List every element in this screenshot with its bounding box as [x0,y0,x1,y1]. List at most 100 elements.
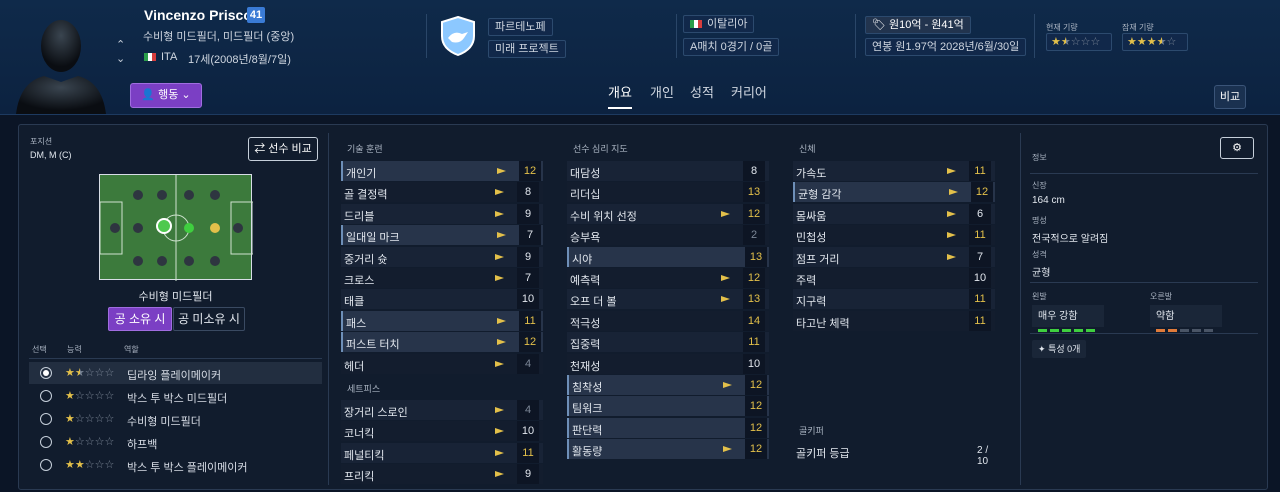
club-status: 미래 프로젝트 [488,40,566,58]
attribute-row[interactable]: 일대일 마크 7 [341,225,543,246]
position-dot-amc [210,223,220,233]
club-crest-icon[interactable] [440,16,476,56]
attribute-row[interactable]: 중거리 슛 9 [341,246,543,267]
role-stars: ★☆☆☆☆ [65,413,115,425]
attribute-row[interactable]: 수비 위치 선정 12 [567,203,769,224]
attribute-row[interactable]: 크로스 7 [341,268,543,288]
action-button[interactable]: 👤 행동 ⌄ [130,83,202,108]
attribute-value: 9 [517,203,539,224]
traits-button[interactable]: ✦ 특성 0개 [1032,340,1087,358]
tab-stats[interactable]: 성적 [690,82,714,101]
attribute-row[interactable]: 몸싸움 6 [793,203,995,224]
attribute-row[interactable]: 침착성 12 [567,375,769,395]
attribute-row[interactable]: 점프 거리 7 [793,246,995,267]
attribute-value: 14 [743,310,765,331]
attribute-row[interactable]: 균형 감각 12 [793,182,995,203]
divider [1034,14,1035,58]
attribute-value: 13 [743,182,765,203]
position-dot [210,256,220,266]
attribute-value: 2 [743,225,765,246]
attribute-row[interactable]: 대담성 8 [567,161,769,181]
personality-value: 균형 [1032,268,1051,279]
training-arrow-icon [495,189,504,196]
attribute-row[interactable]: 개인기 12 [341,161,543,181]
position-dot-mc [184,223,194,233]
training-arrow-icon [947,253,956,260]
value-range: 🏷 원10억 - 원41억 [865,16,971,34]
nation-name[interactable]: 이탈리아 [683,15,755,33]
attribute-value: 11 [969,310,991,331]
attribute-name: 일대일 마크 [346,232,400,245]
attribute-name: 골 결정력 [344,189,388,202]
chevron-down-icon[interactable]: ⌄ [116,52,125,66]
attribute-value: 11 [743,332,765,353]
attribute-row[interactable]: 활동량 12 [567,439,769,460]
player-nav-arrows[interactable]: ⌃ ⌄ [116,38,125,66]
role-radio[interactable] [40,367,52,379]
attribute-row[interactable]: 주력 10 [793,268,995,288]
attribute-value: 12 [745,439,767,460]
role-radio[interactable] [40,459,52,471]
chevron-up-icon[interactable]: ⌃ [116,38,125,52]
training-arrow-icon [495,253,504,260]
club-name[interactable]: 파르테노페 [488,18,553,36]
role-row[interactable]: ★★☆☆☆ 박스 투 박스 플레이메이커 [29,454,322,476]
attribute-value: 11 [517,442,539,463]
attribute-row[interactable]: 팀워크 12 [567,396,769,417]
foot-level-segment [1038,329,1047,332]
attribute-row[interactable]: 장거리 스로인 4 [341,400,543,420]
technical-column: 기술 훈련 세트피스 개인기 12 골 결정력 8 드리블 9 일대일 마크 7 중거리 슛9크… [341,125,543,491]
attribute-row[interactable]: 적극성 14 [567,310,769,331]
attribute-row[interactable]: 민첩성 11 [793,225,995,246]
attribute-row[interactable]: 드리블 9 [341,203,543,224]
role-radio[interactable] [40,413,52,425]
role-row[interactable]: ★☆☆☆☆ 하프백 [29,431,322,453]
settings-button[interactable]: ⚙ [1220,137,1254,159]
tab-overview[interactable]: 개요 [608,82,632,109]
role-radio[interactable] [40,436,52,448]
attribute-row[interactable]: 승부욕 2 [567,225,769,246]
info-section: 정보 [1032,152,1047,163]
role-row[interactable]: ★☆☆☆☆ 수비형 미드필더 [29,408,322,430]
attribute-row[interactable]: 판단력 12 [567,417,769,438]
attribute-row[interactable]: 태클 10 [341,289,543,310]
role-name: 딥라잉 플레이메이커 [127,370,222,382]
divider [1020,133,1021,485]
role-row[interactable]: ★☆☆☆☆ 박스 투 박스 미드필더 [29,385,322,407]
tab-personal[interactable]: 개인 [650,82,674,101]
attribute-row[interactable]: 퍼스트 터치 12 [341,332,543,353]
tab-career[interactable]: 커리어 [731,82,767,101]
attribute-row[interactable]: 오프 더 볼 13 [567,289,769,310]
attribute-row[interactable]: 골 결정력 8 [341,182,543,203]
attribute-name: 균형 감각 [798,189,842,202]
right-foot-info: 오른발 약함 [1150,291,1222,332]
attribute-row[interactable]: 코너킥 10 [341,421,543,442]
attribute-row[interactable]: 시야 13 [567,246,769,267]
attribute-row[interactable]: 타고난 체력 11 [793,310,995,331]
left-foot-info: 왼발 매우 강함 [1032,291,1104,332]
attribute-name: 침착성 [572,382,603,394]
role-radio[interactable] [40,390,52,402]
attribute-name: 헤더 [344,360,365,373]
attribute-row[interactable]: 예측력 12 [567,268,769,288]
compare-button[interactable]: 비교 [1214,85,1246,109]
attribute-value: 10 [743,353,765,374]
attribute-row[interactable]: 천재성 10 [567,353,769,374]
attribute-row[interactable]: 리더십 13 [567,182,769,203]
attribute-name: 시야 [572,253,593,266]
out-possession-button[interactable]: 공 미소유 시 [173,307,245,331]
attribute-row[interactable]: 지구력 11 [793,289,995,310]
potential-ability-label: 잠재 기량 [1122,23,1154,32]
attribute-row[interactable]: 페널티킥 11 [341,442,543,463]
attribute-row[interactable]: 프리킥 9 [341,464,543,485]
role-row[interactable]: ★★☆☆☆ 딥라잉 플레이메이커 [29,362,322,384]
attribute-row[interactable]: 집중력 11 [567,332,769,353]
attribute-name: 판단력 [572,424,603,437]
player-compare-button[interactable]: ⇄ 선수 비교 [248,137,318,161]
in-possession-button[interactable]: 공 소유 시 [108,307,172,331]
attribute-row[interactable]: 가속도 11 [793,161,995,181]
attribute-row[interactable]: 패스 11 [341,310,543,331]
attribute-name: 패스 [346,317,367,330]
attribute-row[interactable]: 헤더 4 [341,353,543,374]
training-arrow-icon [721,210,730,217]
